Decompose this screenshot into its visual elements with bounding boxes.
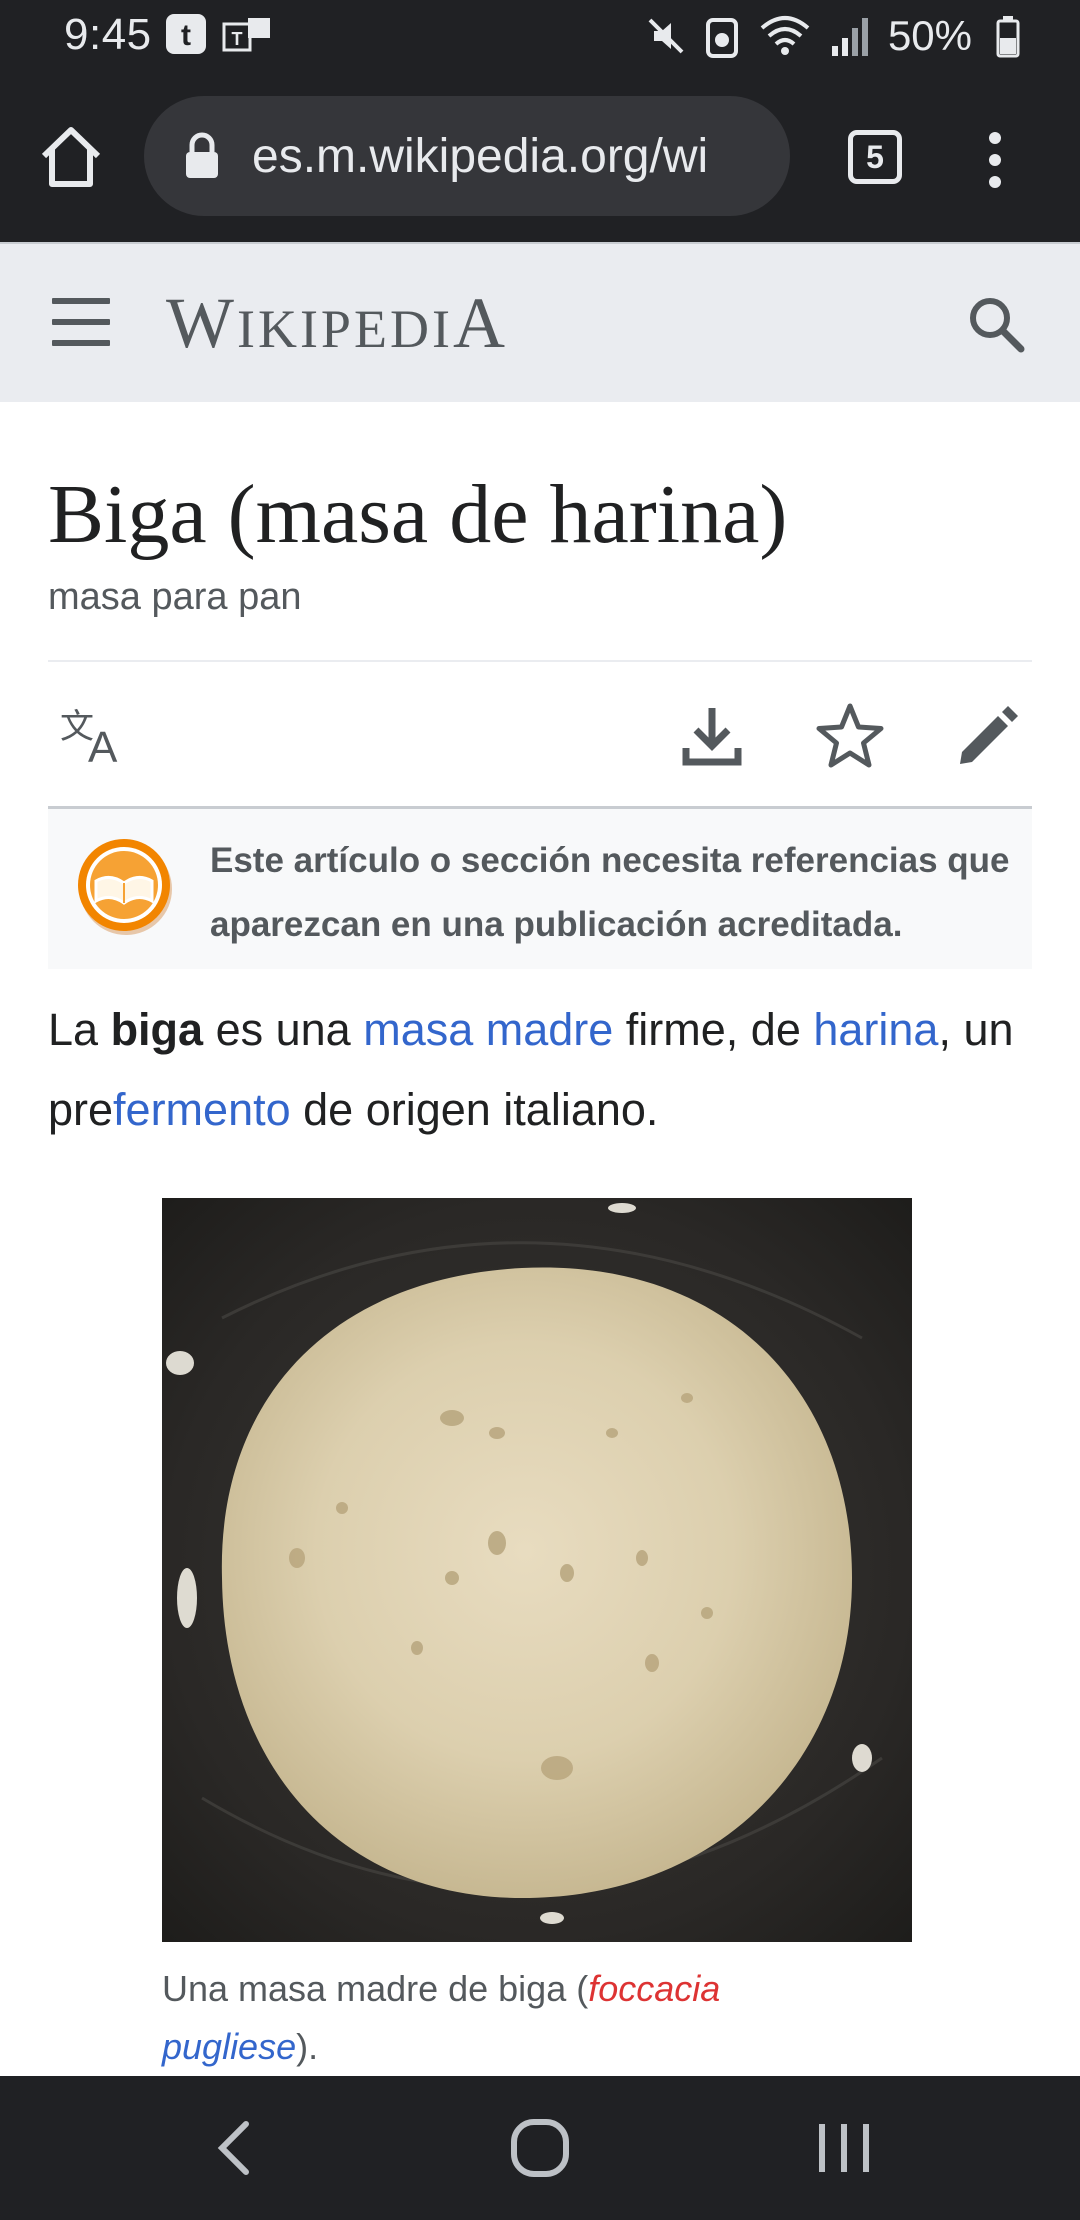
tumblr-icon: t: [166, 14, 206, 54]
battery-percent: 50%: [887, 12, 972, 59]
link-fermento[interactable]: fermento: [113, 1084, 291, 1135]
link-masa-madre[interactable]: masa madre: [363, 1004, 613, 1055]
wikipedia-header: WIKIPEDIA: [0, 242, 1080, 402]
divider: [48, 660, 1032, 662]
download-icon[interactable]: [676, 700, 748, 772]
dough-photo: [162, 1198, 912, 1942]
notice-text: Este artículo o sección necesita referen…: [210, 841, 1010, 944]
lock-icon: [186, 132, 218, 178]
mute-icon: [648, 18, 684, 54]
svg-text:T: T: [232, 29, 243, 49]
back-icon[interactable]: [200, 2112, 272, 2184]
system-icons: 50%: [646, 12, 1020, 60]
svg-text:A: A: [88, 723, 118, 772]
address-bar[interactable]: es.m.wikipedia.org/wi: [144, 96, 790, 216]
recent-apps-icon[interactable]: [808, 2112, 880, 2184]
page-description: masa para pan: [48, 576, 302, 618]
more-options-icon[interactable]: [975, 130, 1015, 190]
bold-term: biga: [110, 1004, 204, 1055]
book-warning-icon: [78, 839, 172, 935]
status-time: 9:45: [64, 10, 152, 59]
home-nav-icon[interactable]: [504, 2112, 576, 2184]
teams-icon: T: [222, 18, 270, 52]
hamburger-menu-icon[interactable]: [52, 298, 110, 346]
search-icon[interactable]: [966, 294, 1026, 354]
home-icon[interactable]: [36, 122, 106, 192]
svg-text:t: t: [181, 19, 191, 52]
status-bar: 9:45 t T 50%: [0, 0, 1080, 72]
ambox-notice[interactable]: Este artículo o sección necesita referen…: [48, 809, 1032, 969]
image-caption: Una masa madre de biga (foccacia pugliese…: [162, 1968, 721, 2067]
wifi-icon: [760, 16, 810, 55]
signal-icon: [831, 18, 868, 56]
language-icon[interactable]: 文 A: [58, 700, 130, 772]
article-image[interactable]: [162, 1198, 912, 1942]
link-harina[interactable]: harina: [813, 1004, 938, 1055]
system-navigation-bar: [0, 2076, 1080, 2220]
tab-switcher-button[interactable]: 5: [848, 130, 902, 184]
tab-count: 5: [866, 138, 884, 175]
edit-pencil-icon[interactable]: [952, 700, 1024, 772]
watch-star-icon[interactable]: [814, 700, 886, 772]
browser-toolbar: es.m.wikipedia.org/wi 5: [0, 72, 1080, 242]
data-saver-icon: [705, 18, 738, 58]
notification-icons: t T: [164, 12, 272, 56]
wikipedia-wordmark[interactable]: WIKIPEDIA: [166, 282, 508, 365]
intro-paragraph: La biga es una masa madre firme, de hari…: [48, 1004, 1014, 1135]
link-pugliese[interactable]: pugliese: [162, 2026, 296, 2067]
link-foccacia[interactable]: foccacia: [588, 1968, 720, 2009]
page-title: Biga (masa de harina): [48, 468, 788, 561]
battery-icon: [996, 16, 1020, 58]
url-text: es.m.wikipedia.org/wi: [252, 129, 709, 183]
